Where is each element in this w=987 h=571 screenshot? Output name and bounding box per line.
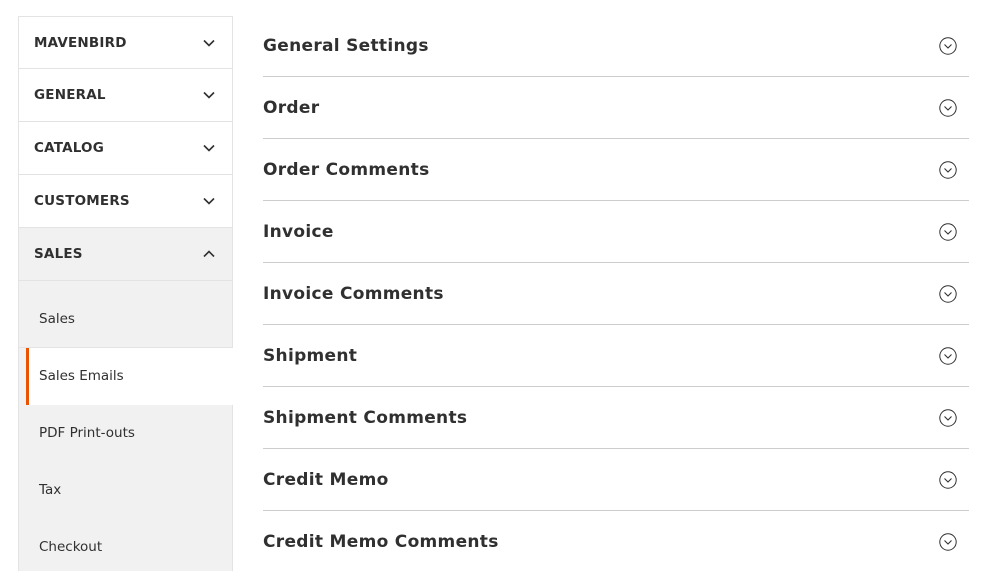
sidebar-item-label: Checkout <box>39 539 103 555</box>
sidebar-item-checkout[interactable]: Checkout <box>19 519 232 571</box>
sales-subnav: Sales Sales Emails PDF Print-outs Tax Ch… <box>18 281 233 571</box>
circle-chevron-down-icon[interactable] <box>939 223 957 241</box>
section-title: Order Comments <box>263 160 430 180</box>
sidebar-item-label: PDF Print-outs <box>39 425 135 441</box>
section-title: Invoice Comments <box>263 284 444 304</box>
sidebar-group-label: GENERAL <box>34 87 106 103</box>
sidebar-group-customers[interactable]: CUSTOMERS <box>18 175 233 228</box>
sidebar-group-label: CUSTOMERS <box>34 193 130 209</box>
sidebar-item-label: Tax <box>39 482 62 498</box>
circle-chevron-down-icon[interactable] <box>939 347 957 365</box>
section-shipment[interactable]: Shipment <box>263 325 969 387</box>
sidebar-group-sales[interactable]: SALES <box>18 228 233 281</box>
sidebar-item-label: Sales Emails <box>39 368 124 384</box>
section-invoice[interactable]: Invoice <box>263 201 969 263</box>
sidebar-group-general[interactable]: GENERAL <box>18 69 233 122</box>
circle-chevron-down-icon[interactable] <box>939 533 957 551</box>
sidebar-item-sales-emails[interactable]: Sales Emails <box>26 348 233 405</box>
circle-chevron-down-icon[interactable] <box>939 161 957 179</box>
sidebar-item-pdf-print-outs[interactable]: PDF Print-outs <box>19 405 232 462</box>
circle-chevron-down-icon[interactable] <box>939 37 957 55</box>
sidebar-group-label: MAVENBIRD <box>34 35 127 51</box>
chevron-down-icon <box>203 91 215 99</box>
section-title: General Settings <box>263 36 429 56</box>
chevron-up-icon <box>203 250 215 258</box>
section-order-comments[interactable]: Order Comments <box>263 139 969 201</box>
section-title: Shipment <box>263 346 358 366</box>
sidebar-group-label: SALES <box>34 246 83 262</box>
section-title: Shipment Comments <box>263 408 468 428</box>
sidebar-item-label: Sales <box>39 311 75 327</box>
circle-chevron-down-icon[interactable] <box>939 99 957 117</box>
circle-chevron-down-icon[interactable] <box>939 285 957 303</box>
section-general-settings[interactable]: General Settings <box>263 16 969 77</box>
sidebar-item-tax[interactable]: Tax <box>19 462 232 519</box>
chevron-down-icon <box>203 197 215 205</box>
section-title: Invoice <box>263 222 334 242</box>
section-title: Credit Memo Comments <box>263 532 499 552</box>
section-title: Credit Memo <box>263 470 389 490</box>
sidebar-item-sales[interactable]: Sales <box>19 281 232 348</box>
config-sections: General Settings Order Order Comments In… <box>263 16 969 571</box>
section-credit-memo-comments[interactable]: Credit Memo Comments <box>263 511 969 571</box>
section-credit-memo[interactable]: Credit Memo <box>263 449 969 511</box>
chevron-down-icon <box>203 144 215 152</box>
section-order[interactable]: Order <box>263 77 969 139</box>
config-sidebar: MAVENBIRD GENERAL CATALOG CUSTOMERS SALE… <box>18 16 233 571</box>
sidebar-group-mavenbird[interactable]: MAVENBIRD <box>18 16 233 69</box>
chevron-down-icon <box>203 39 215 47</box>
config-page: MAVENBIRD GENERAL CATALOG CUSTOMERS SALE… <box>0 0 987 571</box>
sidebar-group-label: CATALOG <box>34 140 104 156</box>
circle-chevron-down-icon[interactable] <box>939 409 957 427</box>
circle-chevron-down-icon[interactable] <box>939 471 957 489</box>
section-shipment-comments[interactable]: Shipment Comments <box>263 387 969 449</box>
sidebar-group-catalog[interactable]: CATALOG <box>18 122 233 175</box>
section-title: Order <box>263 98 320 118</box>
section-invoice-comments[interactable]: Invoice Comments <box>263 263 969 325</box>
